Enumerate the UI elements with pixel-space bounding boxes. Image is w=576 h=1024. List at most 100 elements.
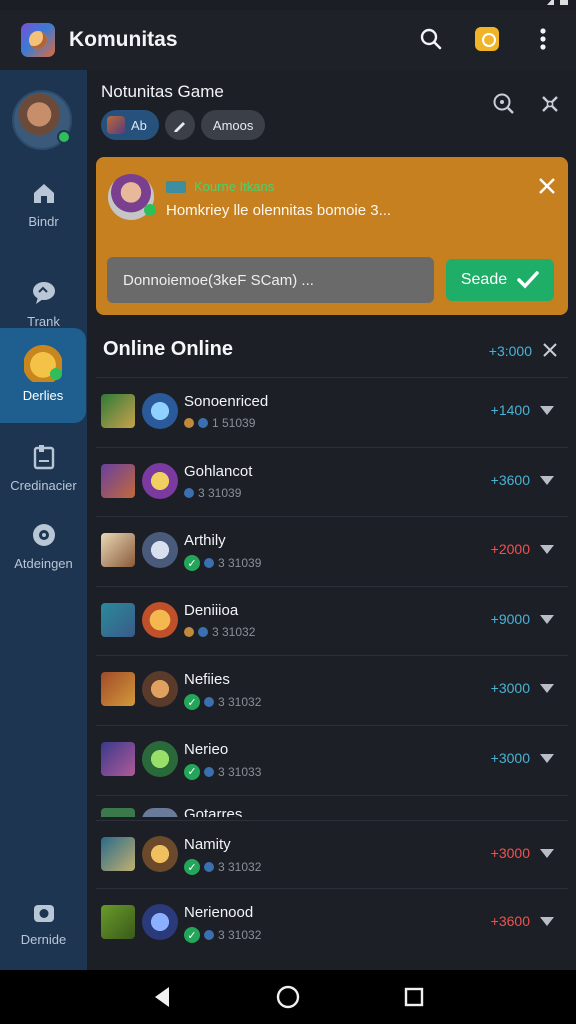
camera-icon — [33, 905, 54, 922]
notice-reply-input[interactable]: Donnoiemoe(3keF SCam) ... — [107, 257, 434, 303]
verified-icon: ✓ — [184, 694, 200, 710]
group-title: Notunitas Game — [101, 82, 224, 101]
player-meta: 1 51039 — [184, 416, 255, 430]
status-dot-icon — [184, 487, 194, 498]
list-item[interactable]: Deniiioa 3 31032 +9000 — [96, 585, 568, 655]
list-item[interactable]: Arthily ✓ 3 31039 +2000 — [96, 516, 568, 585]
game-thumb-icon — [101, 905, 135, 939]
verified-icon: ✓ — [184, 859, 200, 875]
player-meta: ✓ 3 31032 — [184, 927, 261, 943]
player-name: Gohlancot — [184, 462, 253, 480]
status-dot-icon — [204, 930, 214, 940]
chevron-down-icon[interactable] — [540, 406, 554, 415]
scissors-icon[interactable] — [538, 92, 562, 116]
player-avatar — [142, 393, 178, 429]
chevron-down-icon[interactable] — [540, 545, 554, 554]
signal-icon — [547, 0, 554, 5]
game-thumb-icon — [101, 602, 135, 637]
chevron-down-icon[interactable] — [540, 614, 554, 624]
close-icon — [539, 178, 555, 194]
status-dot-icon — [204, 558, 214, 568]
notice-close-button[interactable] — [538, 177, 556, 200]
more-button[interactable] — [528, 24, 558, 54]
status-dot-icon — [198, 626, 208, 637]
chip-ab[interactable]: Ab — [101, 110, 159, 140]
player-meta: 3 31039 — [184, 486, 241, 500]
rail-item-label: Dernide — [20, 932, 67, 947]
player-score: +1400 — [490, 402, 530, 418]
player-meta: ✓ 3 31032 — [184, 694, 261, 710]
list-item[interactable]: Nerienood ✓ 3 31032 +3600 — [96, 888, 568, 957]
player-score: +3600 — [490, 913, 530, 929]
rail-item-camera[interactable]: Dernide — [0, 900, 87, 947]
chip-amoos[interactable]: Amoos — [200, 110, 266, 140]
player-avatar — [142, 601, 178, 638]
app-title: Komunitas — [69, 28, 178, 51]
list-item[interactable]: Sonoenriced 1 51039 +1400 — [96, 377, 568, 446]
chevron-down-icon[interactable] — [540, 917, 554, 926]
player-name: Nefiies — [184, 671, 230, 688]
search-icon — [420, 28, 442, 50]
player-name: Sonoenriced — [184, 393, 269, 410]
list-item[interactable]: Nerieo ✓ 3 31033 +3000 — [96, 724, 568, 794]
home-circle-icon[interactable] — [276, 985, 300, 1009]
list-item[interactable]: Gohlancot 3 31039 +3600 — [96, 446, 568, 516]
player-avatar — [142, 904, 178, 940]
chip-edit[interactable] — [164, 110, 195, 140]
game-hero-icon — [24, 344, 62, 382]
search-zoom-icon[interactable] — [492, 92, 516, 116]
player-id: 3 31032 — [218, 695, 262, 709]
player-meta: ✓ 3 31032 — [184, 859, 261, 875]
game-thumb-icon — [101, 533, 135, 567]
list-item[interactable]: Nefiies ✓ 3 31032 +3000 — [96, 655, 568, 724]
battery-icon — [560, 0, 568, 5]
verified-icon: ✓ — [184, 763, 200, 780]
rail-item-home[interactable]: Bindr — [0, 178, 87, 229]
coin-icon — [184, 418, 194, 428]
rail-item-target[interactable]: Atdeingen — [0, 520, 87, 571]
player-avatar — [142, 836, 178, 872]
player-id: 3 31039 — [218, 556, 262, 570]
game-thumb-icon — [101, 837, 135, 871]
chevron-down-icon[interactable] — [540, 753, 554, 763]
rail-item-chat[interactable]: Trank — [0, 278, 87, 329]
app-bar: Komunitas — [0, 10, 576, 70]
player-name: Deniiioa — [184, 601, 239, 619]
group-header: Notunitas Game Ab Amoos — [101, 82, 266, 140]
game-thumb-icon — [101, 741, 135, 776]
back-icon[interactable] — [152, 986, 172, 1008]
target-icon — [32, 524, 55, 546]
chevron-down-icon[interactable] — [540, 684, 554, 693]
player-avatar — [142, 671, 178, 707]
chevron-down-icon[interactable] — [540, 475, 554, 485]
recents-icon[interactable] — [404, 987, 424, 1007]
main-content: Notunitas Game Ab Amoos Kourne Itkans Ho… — [87, 70, 576, 970]
list-item[interactable]: Namity ✓ 3 31032 +3000 — [96, 820, 568, 889]
send-label: Seade — [460, 271, 508, 288]
player-id: 1 51039 — [212, 416, 256, 430]
player-id: 3 31039 — [198, 485, 242, 500]
online-close-button[interactable] — [542, 342, 558, 363]
status-bar — [0, 0, 576, 10]
notice-text: Homkriey lle olennitas bomoie 3... — [166, 202, 392, 219]
group-actions — [492, 92, 562, 116]
game-thumb-icon — [101, 808, 135, 817]
list-item-partial[interactable]: Gotarres — [96, 795, 568, 817]
search-button[interactable] — [416, 24, 446, 54]
notice-send-button[interactable]: Seade — [446, 259, 554, 301]
notice-avatar — [108, 174, 156, 220]
profile-avatar[interactable] — [12, 90, 72, 150]
player-name: Nerieo — [184, 740, 229, 758]
rail-item-label: Trank — [27, 314, 60, 329]
home-icon — [33, 184, 54, 203]
rail-item-heroes[interactable]: Derlies — [0, 328, 86, 423]
rail-item-clipboard[interactable]: Credinacier — [0, 442, 87, 493]
notification-button[interactable] — [472, 24, 502, 54]
player-name: Arthily — [184, 532, 226, 549]
chevron-down-icon[interactable] — [540, 849, 554, 858]
player-id: 3 31032 — [218, 928, 262, 942]
tag-icon — [166, 180, 186, 193]
player-name: Nerienood — [184, 904, 254, 921]
rail-item-label: Bindr — [28, 214, 59, 229]
player-score: +9000 — [490, 610, 530, 627]
